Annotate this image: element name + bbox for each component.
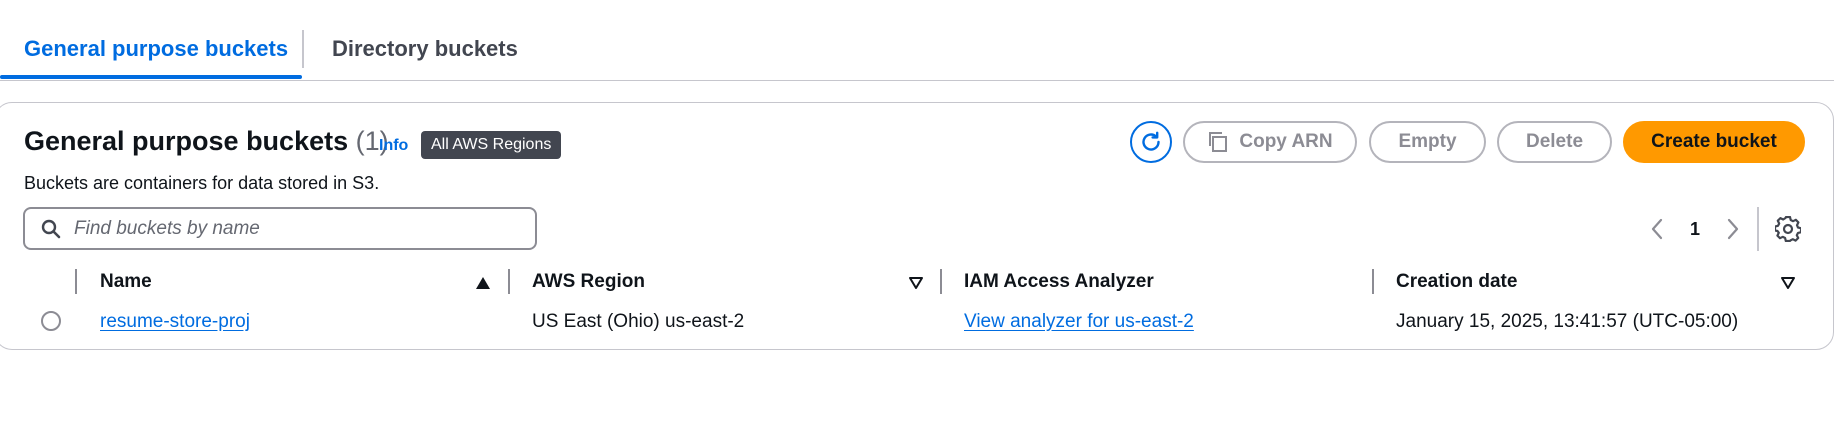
column-header-analyzer: IAM Access Analyzer <box>964 271 1154 292</box>
column-divider <box>1372 269 1374 294</box>
create-bucket-button[interactable]: Create bucket <box>1623 121 1805 163</box>
copy-arn-label: Copy ARN <box>1239 131 1333 152</box>
copy-icon <box>1209 132 1228 152</box>
column-divider <box>508 269 510 294</box>
bucket-region: US East (Ohio) us-east-2 <box>532 311 745 332</box>
previous-page-icon[interactable] <box>1648 217 1666 241</box>
region-badge: All AWS Regions <box>421 131 562 159</box>
title-text: General purpose buckets <box>24 126 349 156</box>
create-bucket-label: Create bucket <box>1651 131 1777 152</box>
column-header-name[interactable]: Name <box>100 271 152 293</box>
delete-button[interactable]: Delete <box>1497 121 1612 163</box>
next-page-icon[interactable] <box>1724 217 1742 241</box>
page-title: General purpose buckets (1) <box>24 126 389 157</box>
empty-button[interactable]: Empty <box>1369 121 1486 163</box>
view-analyzer-link[interactable]: View analyzer for us-east-2 <box>964 311 1194 333</box>
bucket-creation-date: January 15, 2025, 13:41:57 (UTC-05:00) <box>1396 311 1739 332</box>
sort-ascending-icon[interactable] <box>475 276 491 290</box>
refresh-button[interactable] <box>1130 121 1172 163</box>
active-tab-indicator <box>0 75 302 79</box>
delete-label: Delete <box>1525 131 1584 152</box>
tab-directory-buckets[interactable]: Directory buckets <box>332 36 518 62</box>
tab-general-purpose-buckets[interactable]: General purpose buckets <box>24 36 288 62</box>
pagination-divider <box>1757 207 1759 251</box>
sort-icon[interactable] <box>1780 276 1796 290</box>
panel-description: Buckets are containers for data stored i… <box>24 173 380 193</box>
tab-divider <box>302 30 304 68</box>
copy-arn-button[interactable]: Copy ARN <box>1183 121 1357 163</box>
search-icon <box>41 219 61 239</box>
search-input[interactable] <box>74 215 524 243</box>
column-divider <box>940 269 942 294</box>
search-box <box>23 207 537 250</box>
bucket-name-link[interactable]: resume-store-proj <box>100 311 250 333</box>
tab-bar: General purpose buckets Directory bucket… <box>0 0 1834 81</box>
refresh-icon <box>1142 131 1160 151</box>
sort-icon[interactable] <box>908 276 924 290</box>
row-select-radio[interactable] <box>41 311 61 331</box>
column-header-region[interactable]: AWS Region <box>532 271 645 293</box>
gear-icon[interactable] <box>1775 216 1801 242</box>
page-number[interactable]: 1 <box>1690 219 1700 240</box>
empty-label: Empty <box>1398 131 1457 152</box>
column-header-creation-date[interactable]: Creation date <box>1396 271 1517 293</box>
column-divider <box>75 269 77 294</box>
info-link[interactable]: Info <box>379 137 408 155</box>
